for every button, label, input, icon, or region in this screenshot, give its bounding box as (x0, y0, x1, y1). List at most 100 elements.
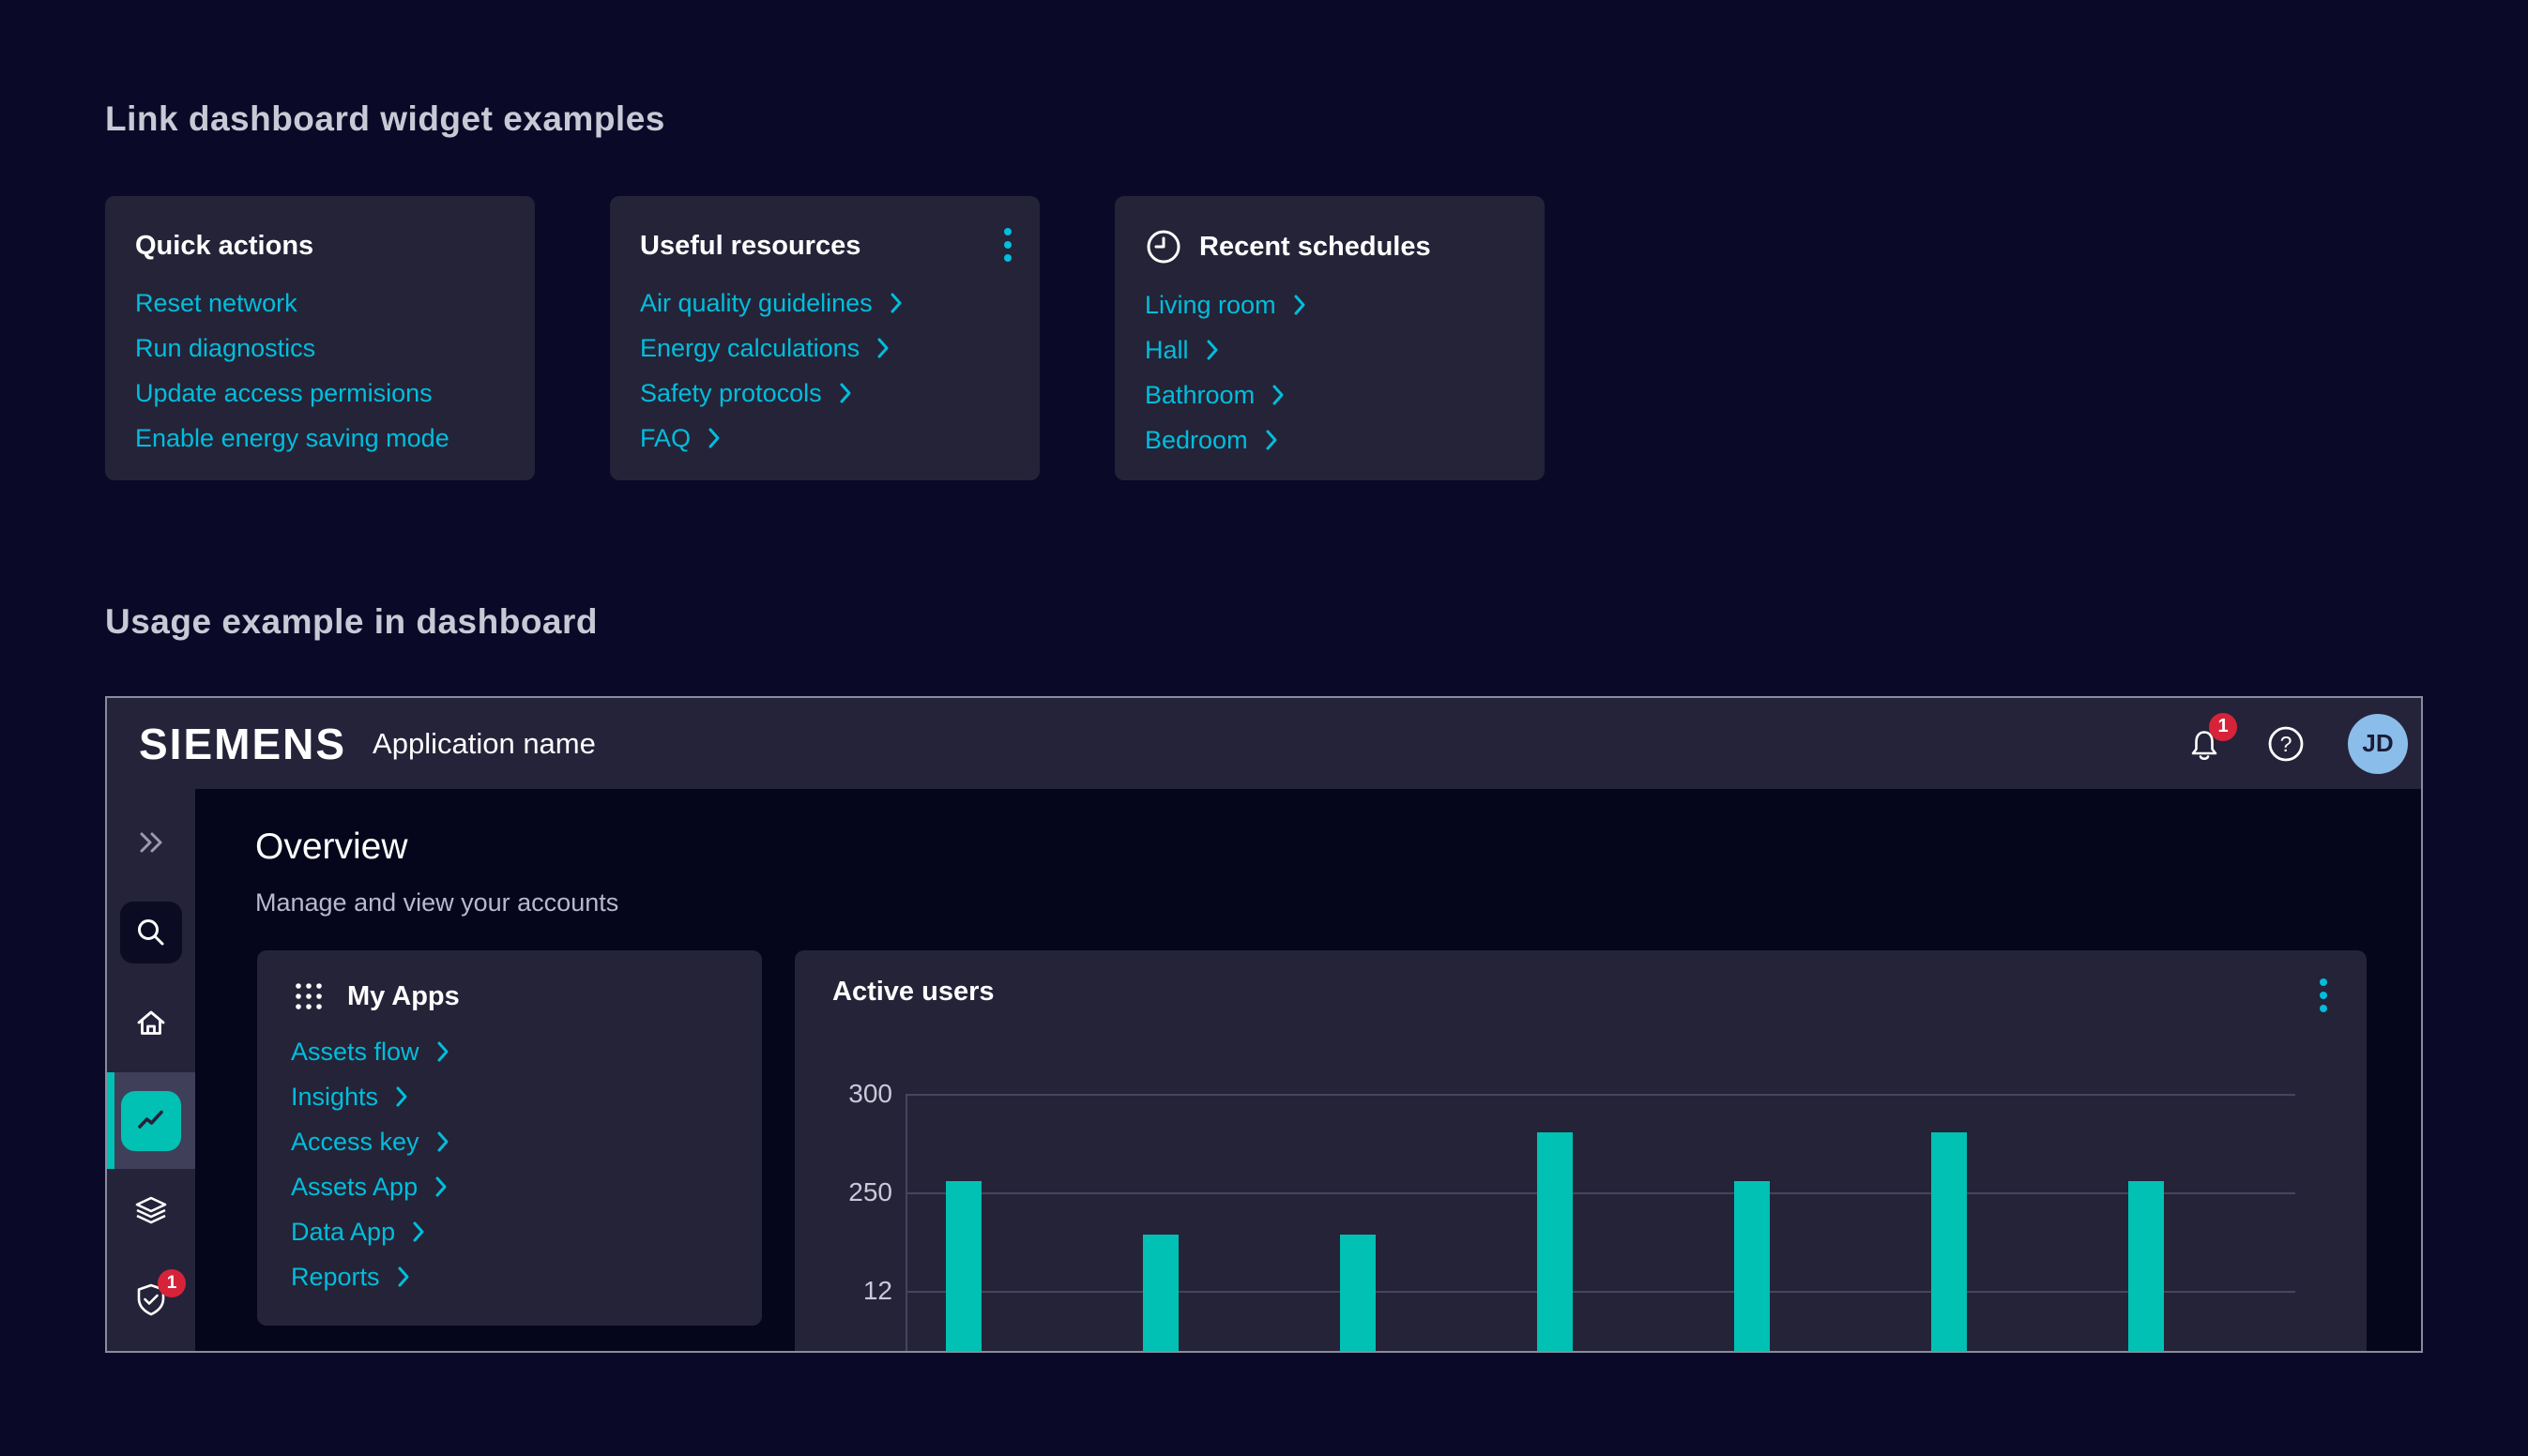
bar (946, 1181, 982, 1351)
link-label: Safety protocols (640, 380, 822, 406)
link-air-quality-guidelines[interactable]: Air quality guidelines (640, 290, 904, 316)
link-insights[interactable]: Insights (291, 1084, 409, 1110)
link-label: Assets flow (291, 1039, 419, 1065)
link-label: Bedroom (1145, 427, 1248, 453)
apps-grid-icon (291, 978, 327, 1014)
link-label: Energy calculations (640, 335, 860, 361)
link-faq[interactable]: FAQ (640, 425, 722, 451)
link-label: Run diagnostics (135, 335, 315, 361)
sidebar-item-security[interactable]: 1 (107, 1281, 195, 1325)
recent-schedules-card: Recent schedules Living room Hall Bathro… (1115, 196, 1545, 480)
link-label: Reports (291, 1264, 380, 1290)
recent-schedules-title: Recent schedules (1199, 232, 1431, 263)
y-axis-tick: 300 (812, 1079, 892, 1109)
link-label: Data App (291, 1219, 395, 1245)
link-label: Insights (291, 1084, 378, 1110)
link-run-diagnostics[interactable]: Run diagnostics (135, 335, 315, 361)
search-icon (133, 915, 169, 950)
chevron-right-icon (1292, 293, 1307, 317)
link-assets-app[interactable]: Assets App (291, 1174, 449, 1200)
notifications-button[interactable]: 1 (2185, 724, 2224, 764)
usage-section-title: Usage example in dashboard (105, 602, 598, 642)
chevron-right-icon (1271, 383, 1286, 407)
link-label: FAQ (640, 425, 691, 451)
link-label: Hall (1145, 337, 1189, 363)
my-apps-card: My Apps Assets flow Insights Access key … (257, 950, 762, 1326)
question-circle-icon: ? (2265, 723, 2307, 765)
link-label: Living room (1145, 292, 1276, 318)
avatar-initials: JD (2362, 729, 2393, 758)
widgets-section-title: Link dashboard widget examples (105, 99, 665, 139)
page-subtitle: Manage and view your accounts (255, 888, 618, 918)
layers-icon (131, 1191, 171, 1230)
chevron-right-icon (435, 1039, 450, 1064)
link-living-room[interactable]: Living room (1145, 292, 1307, 318)
y-axis-tick: 12 (812, 1276, 892, 1306)
page-title: Overview (255, 827, 408, 868)
link-enable-energy-saving-mode[interactable]: Enable energy saving mode (135, 425, 449, 451)
quick-actions-card: Quick actions Reset network Run diagnost… (105, 196, 535, 480)
chevron-right-icon (1205, 338, 1220, 362)
trend-chart-icon (132, 1102, 170, 1140)
notification-badge: 1 (2209, 713, 2237, 741)
bar (1734, 1181, 1770, 1351)
svg-text:?: ? (2280, 732, 2292, 756)
chevron-right-icon (394, 1084, 409, 1109)
sidebar-expand-button[interactable] (107, 829, 195, 856)
widget-cards-row: Quick actions Reset network Run diagnost… (105, 196, 1545, 480)
link-data-app[interactable]: Data App (291, 1219, 426, 1245)
link-bathroom[interactable]: Bathroom (1145, 382, 1286, 408)
link-label: Update access permisions (135, 380, 433, 406)
link-label: Bathroom (1145, 382, 1255, 408)
bar (1537, 1132, 1573, 1351)
active-users-title: Active users (832, 977, 995, 1007)
link-update-access-permisions[interactable]: Update access permisions (135, 380, 433, 406)
user-avatar[interactable]: JD (2348, 714, 2408, 774)
sidebar-item-layers[interactable] (107, 1191, 195, 1230)
chevron-right-icon (707, 426, 722, 450)
chevron-right-icon (396, 1265, 411, 1289)
chevron-right-icon (434, 1175, 449, 1199)
link-reports[interactable]: Reports (291, 1264, 411, 1290)
double-chevron-right-icon (134, 829, 168, 856)
sidebar-item-search[interactable] (120, 902, 182, 963)
link-safety-protocols[interactable]: Safety protocols (640, 380, 853, 406)
gridline (907, 1192, 2295, 1194)
application-name: Application name (373, 727, 596, 761)
sidebar-nav: 1 (107, 789, 195, 1351)
kebab-menu-icon[interactable] (1004, 228, 1012, 262)
link-reset-network[interactable]: Reset network (135, 290, 297, 316)
useful-resources-title: Useful resources (640, 231, 860, 262)
link-energy-calculations[interactable]: Energy calculations (640, 335, 891, 361)
sidebar-item-home[interactable] (107, 1004, 195, 1043)
link-assets-flow[interactable]: Assets flow (291, 1039, 450, 1065)
y-axis-tick: 250 (812, 1177, 892, 1207)
chevron-right-icon (876, 336, 891, 360)
bar (1143, 1235, 1179, 1351)
clock-icon (1145, 228, 1182, 265)
link-bedroom[interactable]: Bedroom (1145, 427, 1279, 453)
bar (1340, 1235, 1376, 1351)
my-apps-title: My Apps (347, 981, 460, 1012)
gridline (907, 1094, 2295, 1096)
help-button[interactable]: ? (2265, 723, 2307, 765)
bar (2128, 1181, 2164, 1351)
active-users-chart-plot: 300 250 12 (906, 1094, 2293, 1351)
chevron-right-icon (1264, 428, 1279, 452)
link-access-key[interactable]: Access key (291, 1129, 450, 1155)
link-label: Air quality guidelines (640, 290, 873, 316)
sidebar-item-analytics-active[interactable] (107, 1072, 195, 1169)
analytics-tile (121, 1091, 181, 1151)
chevron-right-icon (411, 1220, 426, 1244)
bar (1931, 1132, 1967, 1351)
quick-actions-title: Quick actions (135, 231, 313, 262)
link-label: Access key (291, 1129, 419, 1155)
app-header: SIEMENS Application name 1 ? JD (107, 698, 2421, 789)
useful-resources-card: Useful resources Air quality guidelines … (610, 196, 1040, 480)
chevron-right-icon (838, 381, 853, 405)
chevron-right-icon (889, 291, 904, 315)
dashboard-example: SIEMENS Application name 1 ? JD (105, 696, 2423, 1353)
kebab-menu-icon[interactable] (2320, 978, 2327, 1012)
active-indicator-bar (107, 1072, 114, 1169)
link-hall[interactable]: Hall (1145, 337, 1220, 363)
